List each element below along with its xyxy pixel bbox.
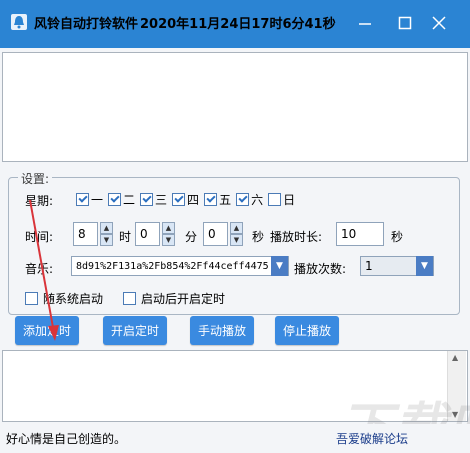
day-checkbox-thu[interactable]: 四 <box>172 191 199 208</box>
day-checkbox-mon[interactable]: 一 <box>76 191 103 208</box>
current-datetime: 2020年11月24日17时6分41秒 <box>140 17 336 32</box>
day-checkbox-wed[interactable]: 三 <box>140 191 167 208</box>
music-select-value: 8d91%2F131a%2Fb854%2Ff44ceff4475 <box>76 260 269 272</box>
music-select[interactable]: 8d91%2F131a%2Fb854%2Ff44ceff4475 <box>71 256 289 276</box>
forum-link[interactable]: 吾爱破解论坛 <box>336 430 408 447</box>
hour-spinner[interactable]: ▲ ▼ <box>100 222 113 246</box>
status-left-text: 好心情是自己创造的。 <box>6 432 127 446</box>
day-label: 六 <box>251 193 264 207</box>
day-label: 三 <box>155 193 168 207</box>
manual-play-button[interactable]: 手动播放 <box>190 316 254 345</box>
duration-unit: 秒 <box>391 230 404 244</box>
day-label: 四 <box>187 193 200 207</box>
duration-label: 播放时长: <box>270 230 323 244</box>
checkbox[interactable] <box>172 193 186 206</box>
start-timer-button[interactable]: 开启定时 <box>103 316 167 345</box>
second-unit: 秒 <box>252 230 265 244</box>
second-spinner[interactable]: ▲ ▼ <box>230 222 243 246</box>
close-button[interactable] <box>424 8 454 38</box>
checkbox[interactable] <box>268 193 282 206</box>
day-checkbox-fri[interactable]: 五 <box>204 191 231 208</box>
day-label: 五 <box>219 193 232 207</box>
window-title: 风铃自动打铃软件 <box>34 17 139 32</box>
music-dropdown-arrow-icon[interactable]: ▼ <box>271 256 288 276</box>
checkbox[interactable] <box>236 193 250 206</box>
hour-input[interactable]: 8 <box>73 222 98 246</box>
auto-timer-checkbox[interactable]: 启动后开启定时 <box>123 290 225 307</box>
minute-input[interactable]: 0 <box>135 222 160 246</box>
startup-checkbox[interactable]: 随系统启动 <box>25 290 103 307</box>
time-label: 时间: <box>25 230 54 244</box>
close-icon <box>432 16 446 30</box>
stop-play-button[interactable]: 停止播放 <box>275 316 339 345</box>
scroll-up-icon[interactable]: ▲ <box>452 353 458 362</box>
spin-down-icon[interactable]: ▼ <box>100 234 113 246</box>
minute-unit: 分 <box>185 230 198 244</box>
day-checkbox-sun[interactable]: 日 <box>268 191 295 208</box>
log-textarea[interactable] <box>2 52 468 162</box>
checkbox[interactable] <box>108 193 122 206</box>
day-label: 二 <box>123 193 136 207</box>
play-count-dropdown-arrow-icon[interactable]: ▼ <box>416 256 433 276</box>
add-timer-button[interactable]: 添加定时 <box>15 316 79 345</box>
app-bell-icon <box>11 14 27 30</box>
music-label: 音乐: <box>25 262 54 276</box>
spin-up-icon[interactable]: ▲ <box>162 222 175 234</box>
checkbox[interactable] <box>25 292 38 305</box>
day-checkbox-tue[interactable]: 二 <box>108 191 135 208</box>
day-label: 一 <box>91 193 104 207</box>
checkbox[interactable] <box>140 193 154 206</box>
spin-up-icon[interactable]: ▲ <box>100 222 113 234</box>
minimize-icon <box>359 23 371 25</box>
checkbox[interactable] <box>76 193 89 206</box>
maximize-button[interactable] <box>390 8 420 38</box>
play-count-value: 1 <box>365 259 373 273</box>
hour-unit: 时 <box>119 230 132 244</box>
spin-up-icon[interactable]: ▲ <box>230 222 243 234</box>
checkbox[interactable] <box>123 292 136 305</box>
play-count-label: 播放次数: <box>294 262 347 276</box>
second-input[interactable]: 0 <box>203 222 228 246</box>
checkbox[interactable] <box>204 193 218 206</box>
day-checkbox-sat[interactable]: 六 <box>236 191 263 208</box>
startup-label: 随系统启动 <box>43 292 104 306</box>
minimize-button[interactable] <box>350 8 380 38</box>
spin-down-icon[interactable]: ▼ <box>230 234 243 246</box>
settings-group-label: 设置: <box>18 170 53 187</box>
maximize-icon <box>398 16 412 30</box>
day-label: 日 <box>283 193 296 207</box>
weekday-label: 星期: <box>25 194 54 208</box>
duration-input[interactable]: 10 <box>336 222 384 246</box>
spin-down-icon[interactable]: ▼ <box>162 234 175 246</box>
weekday-checkboxes: 一 二 三 四 五 六 日 <box>76 191 295 208</box>
minute-spinner[interactable]: ▲ ▼ <box>162 222 175 246</box>
auto-timer-label: 启动后开启定时 <box>141 292 226 306</box>
